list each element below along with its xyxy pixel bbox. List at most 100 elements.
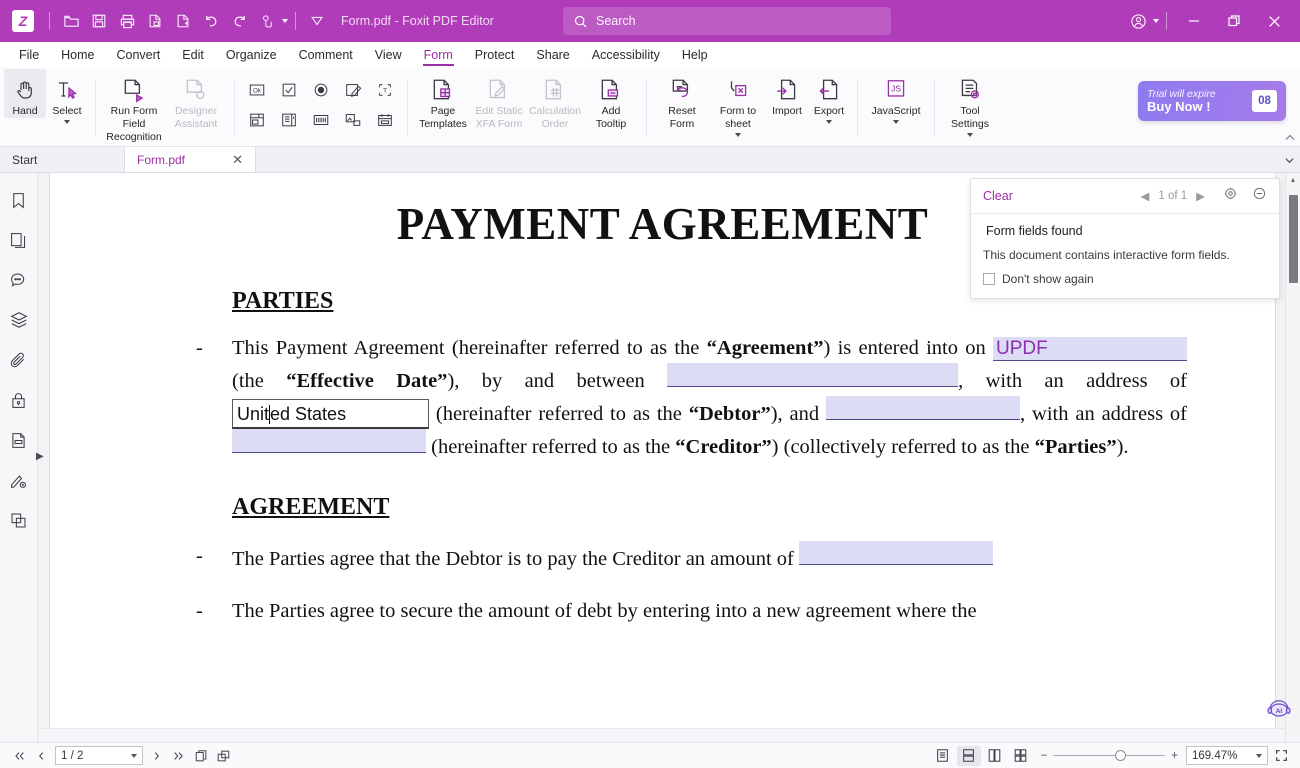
open-file-icon[interactable] bbox=[57, 7, 85, 35]
menu-item-help[interactable]: Help bbox=[671, 42, 719, 67]
vertical-scrollbar[interactable]: ▲ bbox=[1285, 173, 1300, 742]
collapse-ribbon-chevron-up-icon[interactable] bbox=[1284, 133, 1296, 144]
barcode-field-icon[interactable] bbox=[306, 107, 336, 133]
touch-mode-chevron-down-icon[interactable] bbox=[282, 19, 288, 23]
restore-button[interactable] bbox=[1214, 5, 1254, 37]
calculation-order-button[interactable]: CalculationOrder bbox=[527, 69, 583, 131]
designer-assistant-button[interactable]: DesignerAssistant bbox=[165, 69, 227, 131]
security-icon[interactable] bbox=[6, 387, 32, 413]
page-number-chevron-down-icon[interactable] bbox=[131, 754, 137, 758]
dont-show-again-checkbox[interactable] bbox=[983, 273, 995, 285]
redo-icon[interactable] bbox=[225, 7, 253, 35]
stamps-icon[interactable] bbox=[6, 507, 32, 533]
tool-settings-button[interactable]: ToolSettings bbox=[942, 69, 998, 137]
rotate-view-icon[interactable] bbox=[212, 746, 234, 766]
search-input[interactable]: Search bbox=[563, 7, 891, 35]
touch-mode-icon[interactable] bbox=[253, 7, 281, 35]
dont-show-again-row[interactable]: Don't show again bbox=[983, 272, 1267, 286]
zoom-in-button[interactable]: + bbox=[1171, 750, 1178, 762]
notification-settings-gear-icon[interactable] bbox=[1223, 186, 1238, 206]
tab-start[interactable]: Start bbox=[0, 147, 125, 172]
form-field-effective-date[interactable]: UPDF bbox=[993, 337, 1187, 361]
view-mode-two-page[interactable] bbox=[983, 746, 1007, 766]
bookmarks-icon[interactable] bbox=[6, 187, 32, 213]
export-button[interactable]: Export bbox=[808, 69, 850, 124]
tab-form-pdf[interactable]: Form.pdf ✕ bbox=[125, 147, 256, 172]
list-box-field-icon[interactable] bbox=[274, 107, 304, 133]
form-field-payment-amount[interactable] bbox=[799, 541, 993, 565]
last-page-icon[interactable] bbox=[168, 746, 190, 766]
scroll-up-icon[interactable]: ▲ bbox=[1286, 173, 1300, 188]
form-field-creditor-name[interactable] bbox=[826, 396, 1020, 420]
view-mode-two-page-scroll[interactable] bbox=[1009, 746, 1033, 766]
page-templates-button[interactable]: PageTemplates bbox=[415, 69, 471, 131]
layers-icon[interactable] bbox=[6, 307, 32, 333]
form-fields-icon[interactable] bbox=[6, 427, 32, 453]
edit-static-xfa-form-button[interactable]: Edit StaticXFA Form bbox=[471, 69, 527, 131]
zoom-knob[interactable] bbox=[1115, 750, 1126, 761]
form-field-debtor-address[interactable]: United States bbox=[232, 399, 429, 429]
close-button[interactable] bbox=[1254, 5, 1294, 37]
horizontal-scrollbar[interactable] bbox=[38, 728, 1285, 742]
javascript-button[interactable]: JS JavaScript bbox=[865, 69, 927, 124]
signature-icon[interactable] bbox=[6, 467, 32, 493]
print-icon[interactable] bbox=[113, 7, 141, 35]
menu-item-edit[interactable]: Edit bbox=[171, 42, 215, 67]
export-chevron-down-icon[interactable] bbox=[826, 120, 832, 124]
select-tool-button[interactable]: Select bbox=[46, 69, 88, 124]
customize-toolbar-chevron-icon[interactable] bbox=[303, 7, 331, 35]
zoom-track[interactable] bbox=[1053, 755, 1165, 756]
run-form-field-recognition-button[interactable]: Run Form FieldRecognition bbox=[103, 69, 165, 144]
hand-tool-button[interactable]: Hand bbox=[4, 69, 46, 118]
page-thumbnails-icon[interactable] bbox=[6, 227, 32, 253]
fit-page-icon[interactable] bbox=[190, 746, 212, 766]
ai-assistant-icon[interactable]: AI bbox=[1264, 696, 1294, 724]
zoom-out-button[interactable]: − bbox=[1041, 750, 1048, 762]
notification-minimize-icon[interactable] bbox=[1252, 186, 1267, 206]
undo-icon[interactable] bbox=[197, 7, 225, 35]
menu-item-comment[interactable]: Comment bbox=[288, 42, 364, 67]
clear-notifications-button[interactable]: Clear bbox=[983, 189, 1013, 203]
minimize-button[interactable] bbox=[1174, 5, 1214, 37]
radio-button-field-icon[interactable] bbox=[306, 77, 336, 103]
check-box-field-icon[interactable] bbox=[274, 77, 304, 103]
first-page-icon[interactable] bbox=[8, 746, 30, 766]
form-field-creditor-address[interactable] bbox=[232, 429, 426, 453]
reset-form-button[interactable]: ResetForm bbox=[654, 69, 710, 131]
text-field-properties-icon[interactable]: T bbox=[370, 77, 400, 103]
page-number-input[interactable]: 1 / 2 bbox=[55, 746, 143, 765]
account-icon[interactable] bbox=[1124, 7, 1152, 35]
comments-icon[interactable] bbox=[6, 267, 32, 293]
import-button[interactable]: Import bbox=[766, 69, 808, 118]
tool-settings-chevron-down-icon[interactable] bbox=[967, 133, 973, 137]
form-to-sheet-button[interactable]: Form tosheet bbox=[710, 69, 766, 137]
save-as-icon[interactable] bbox=[141, 7, 169, 35]
view-mode-continuous-scroll[interactable] bbox=[957, 746, 981, 766]
view-mode-single-page[interactable] bbox=[931, 746, 955, 766]
fullscreen-icon[interactable] bbox=[1270, 746, 1292, 766]
create-pdf-icon[interactable] bbox=[169, 7, 197, 35]
attachments-icon[interactable] bbox=[6, 347, 32, 373]
tab-overflow-chevron-down-icon[interactable] bbox=[1278, 147, 1300, 172]
previous-notification-icon[interactable]: ◀ bbox=[1141, 189, 1150, 203]
next-notification-icon[interactable]: ▶ bbox=[1196, 189, 1205, 203]
zoom-level-chevron-down-icon[interactable] bbox=[1256, 754, 1262, 758]
menu-item-protect[interactable]: Protect bbox=[464, 42, 526, 67]
vertical-scroll-thumb[interactable] bbox=[1289, 195, 1298, 283]
push-button-field-icon[interactable]: Ok bbox=[242, 77, 272, 103]
image-field-icon[interactable] bbox=[338, 107, 368, 133]
previous-page-icon[interactable] bbox=[30, 746, 52, 766]
form-field-debtor-name[interactable] bbox=[667, 363, 958, 387]
text-field-icon[interactable] bbox=[338, 77, 368, 103]
tab-close-icon[interactable]: ✕ bbox=[232, 152, 243, 168]
menu-item-accessibility[interactable]: Accessibility bbox=[581, 42, 671, 67]
account-chevron-down-icon[interactable] bbox=[1153, 19, 1159, 23]
panel-expand-handle[interactable]: ▶ bbox=[36, 451, 44, 462]
combo-box-field-icon[interactable] bbox=[242, 107, 272, 133]
trial-buy-now-banner[interactable]: Trial will expire Buy Now ! 08 bbox=[1138, 81, 1286, 121]
menu-item-convert[interactable]: Convert bbox=[106, 42, 172, 67]
zoom-slider[interactable]: − + bbox=[1041, 750, 1178, 762]
form-to-sheet-chevron-down-icon[interactable] bbox=[735, 133, 741, 137]
menu-item-organize[interactable]: Organize bbox=[215, 42, 288, 67]
menu-item-home[interactable]: Home bbox=[50, 42, 105, 67]
